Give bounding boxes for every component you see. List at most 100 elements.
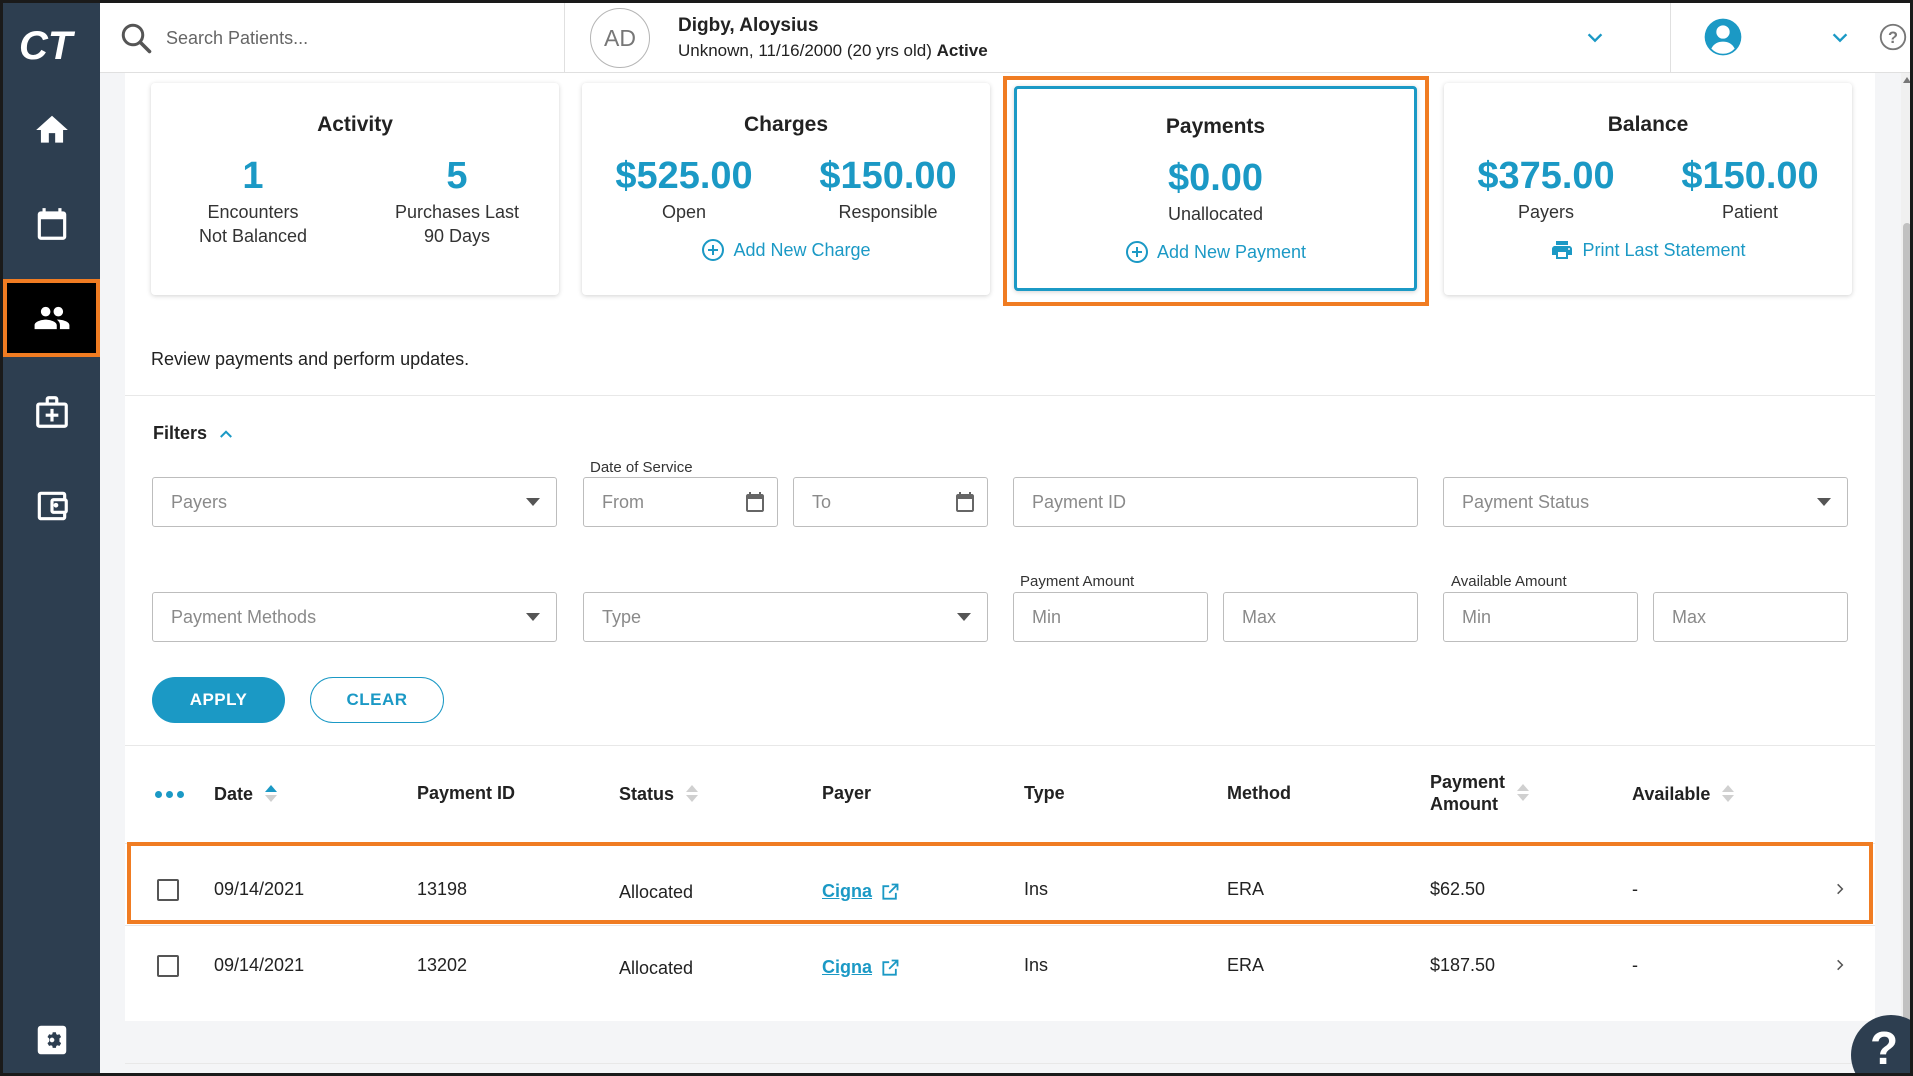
- open-charges-value: $525.00: [615, 155, 753, 197]
- column-header-label-line1: Payment: [1430, 772, 1506, 792]
- dropdown-caret-icon: [1817, 498, 1831, 506]
- scrollbar[interactable]: [1901, 73, 1910, 1073]
- type-select[interactable]: [583, 592, 988, 642]
- column-header-payer: Payer: [822, 783, 871, 804]
- encounters-count: 1: [242, 155, 264, 197]
- printer-icon: [1552, 241, 1573, 259]
- payers-select[interactable]: [152, 477, 557, 527]
- calendar-icon[interactable]: [743, 490, 767, 514]
- help-button[interactable]: ?: [1851, 1015, 1910, 1073]
- column-header-label: Payment ID: [417, 783, 516, 803]
- medical-kit-icon: [35, 396, 68, 428]
- cell-payer-link[interactable]: Cigna: [822, 957, 900, 978]
- available-amount-max-value[interactable]: [1672, 606, 1808, 628]
- chevron-down-icon[interactable]: [1829, 27, 1851, 49]
- people-icon: [34, 306, 69, 330]
- nav-calendar[interactable]: [3, 185, 100, 263]
- open-charges-label: Open: [661, 202, 707, 222]
- svg-text:?: ?: [1888, 29, 1898, 47]
- column-header-payment-amount[interactable]: Payment Amount: [1430, 771, 1530, 815]
- patient-details: Unknown, 11/16/2000 (20 yrs old) Active: [678, 41, 988, 61]
- scrollbar-thumb[interactable]: [1903, 223, 1910, 1043]
- cell-payment-id: 13202: [417, 955, 468, 975]
- date-to-input[interactable]: [793, 477, 988, 527]
- payment-status-value[interactable]: [1462, 491, 1745, 513]
- column-header-label-line2: Amount: [1430, 794, 1498, 814]
- payment-methods-value[interactable]: [171, 606, 454, 628]
- available-amount-max-input[interactable]: [1653, 592, 1848, 642]
- print-last-statement-link[interactable]: Print Last Statement: [1444, 238, 1852, 262]
- payment-id-input[interactable]: [1013, 477, 1418, 527]
- date-from-input[interactable]: [583, 477, 778, 527]
- page-description: Review payments and perform updates.: [151, 349, 470, 369]
- column-header-date[interactable]: Date: [214, 783, 278, 805]
- add-new-charge-link[interactable]: Add New Charge: [582, 238, 990, 262]
- encounters-label: Encounters Not Balanced: [198, 202, 308, 246]
- nav-rail: CT: [3, 3, 100, 1073]
- patient-status: Active: [936, 41, 988, 60]
- column-header-available[interactable]: Available: [1632, 783, 1735, 805]
- sort-icon: [686, 783, 699, 805]
- responsible-value: $150.00: [819, 155, 957, 197]
- sort-icon: [1722, 783, 1735, 805]
- calendar-icon[interactable]: [953, 490, 977, 514]
- available-amount-min-input[interactable]: [1443, 592, 1638, 642]
- type-value[interactable]: [602, 606, 885, 628]
- payers-select-value[interactable]: [171, 491, 454, 513]
- table-row[interactable]: 09/14/2021 13202 Allocated Cigna Ins ERA…: [125, 925, 1875, 1001]
- app-window: CT AD Digby, Aloysius U: [0, 0, 1913, 1076]
- chevron-right-icon[interactable]: [1833, 958, 1847, 972]
- payment-amount-min-input[interactable]: [1013, 592, 1208, 642]
- filters-toggle[interactable]: Filters: [153, 423, 235, 444]
- scroll-up-icon[interactable]: [1903, 77, 1910, 83]
- help-circle-icon[interactable]: ?: [1879, 23, 1907, 51]
- user-account-icon[interactable]: [1703, 17, 1743, 57]
- chevron-down-icon[interactable]: [1584, 27, 1606, 49]
- available-amount-min-value[interactable]: [1462, 606, 1598, 628]
- user-menu[interactable]: ?: [1670, 3, 1910, 73]
- apply-button[interactable]: APPLY: [152, 677, 285, 723]
- payment-status-select[interactable]: [1443, 477, 1848, 527]
- payment-id-value[interactable]: [1032, 491, 1315, 513]
- row-checkbox[interactable]: [157, 955, 179, 977]
- nav-home[interactable]: [3, 91, 100, 169]
- payer-name: Cigna: [822, 957, 873, 977]
- top-bar: AD Digby, Aloysius Unknown, 11/16/2000 (…: [100, 3, 1910, 73]
- column-header-status[interactable]: Status: [619, 783, 699, 805]
- cell-status: Allocated: [619, 958, 694, 978]
- divider: [125, 1063, 1875, 1064]
- charges-card: Charges $525.00 Open $150.00 Responsible…: [582, 83, 990, 295]
- avatar: AD: [590, 8, 650, 68]
- nav-settings[interactable]: [3, 1001, 100, 1073]
- responsible-label: Responsible: [838, 202, 938, 222]
- column-header-payment-id: Payment ID: [417, 783, 515, 804]
- column-header-label: Payment Amount: [1430, 771, 1505, 815]
- chevron-up-icon: [220, 429, 232, 438]
- column-header-type: Type: [1024, 783, 1065, 804]
- search-icon: [121, 23, 152, 54]
- payment-amount-min-value[interactable]: [1032, 606, 1168, 628]
- app-logo[interactable]: CT: [17, 23, 87, 67]
- patient-search: [100, 3, 565, 73]
- payment-amount-max-input[interactable]: [1223, 592, 1418, 642]
- sort-icon: [1517, 782, 1530, 804]
- divider: [125, 395, 1875, 396]
- nav-wallet[interactable]: [3, 467, 100, 545]
- date-from-value[interactable]: [602, 491, 738, 513]
- payment-amount-label: Payment Amount: [1020, 573, 1135, 590]
- purchases-count: 5: [446, 155, 468, 197]
- nav-medical[interactable]: [3, 373, 100, 451]
- payment-methods-select[interactable]: [152, 592, 557, 642]
- clear-button[interactable]: CLEAR: [310, 677, 444, 723]
- patient-header[interactable]: AD Digby, Aloysius Unknown, 11/16/2000 (…: [590, 8, 988, 68]
- patient-balance-label: Patient: [1721, 202, 1779, 222]
- patient-demographics: Unknown, 11/16/2000 (20 yrs old): [678, 41, 932, 60]
- cell-method: ERA: [1227, 955, 1265, 975]
- column-options-icon[interactable]: [155, 791, 184, 798]
- payment-amount-max-value[interactable]: [1242, 606, 1378, 628]
- date-to-value[interactable]: [812, 491, 948, 513]
- nav-patients[interactable]: [3, 279, 100, 357]
- search-input[interactable]: [166, 27, 546, 49]
- cell-type: Ins: [1024, 955, 1049, 975]
- card-title: Balance: [1607, 113, 1689, 136]
